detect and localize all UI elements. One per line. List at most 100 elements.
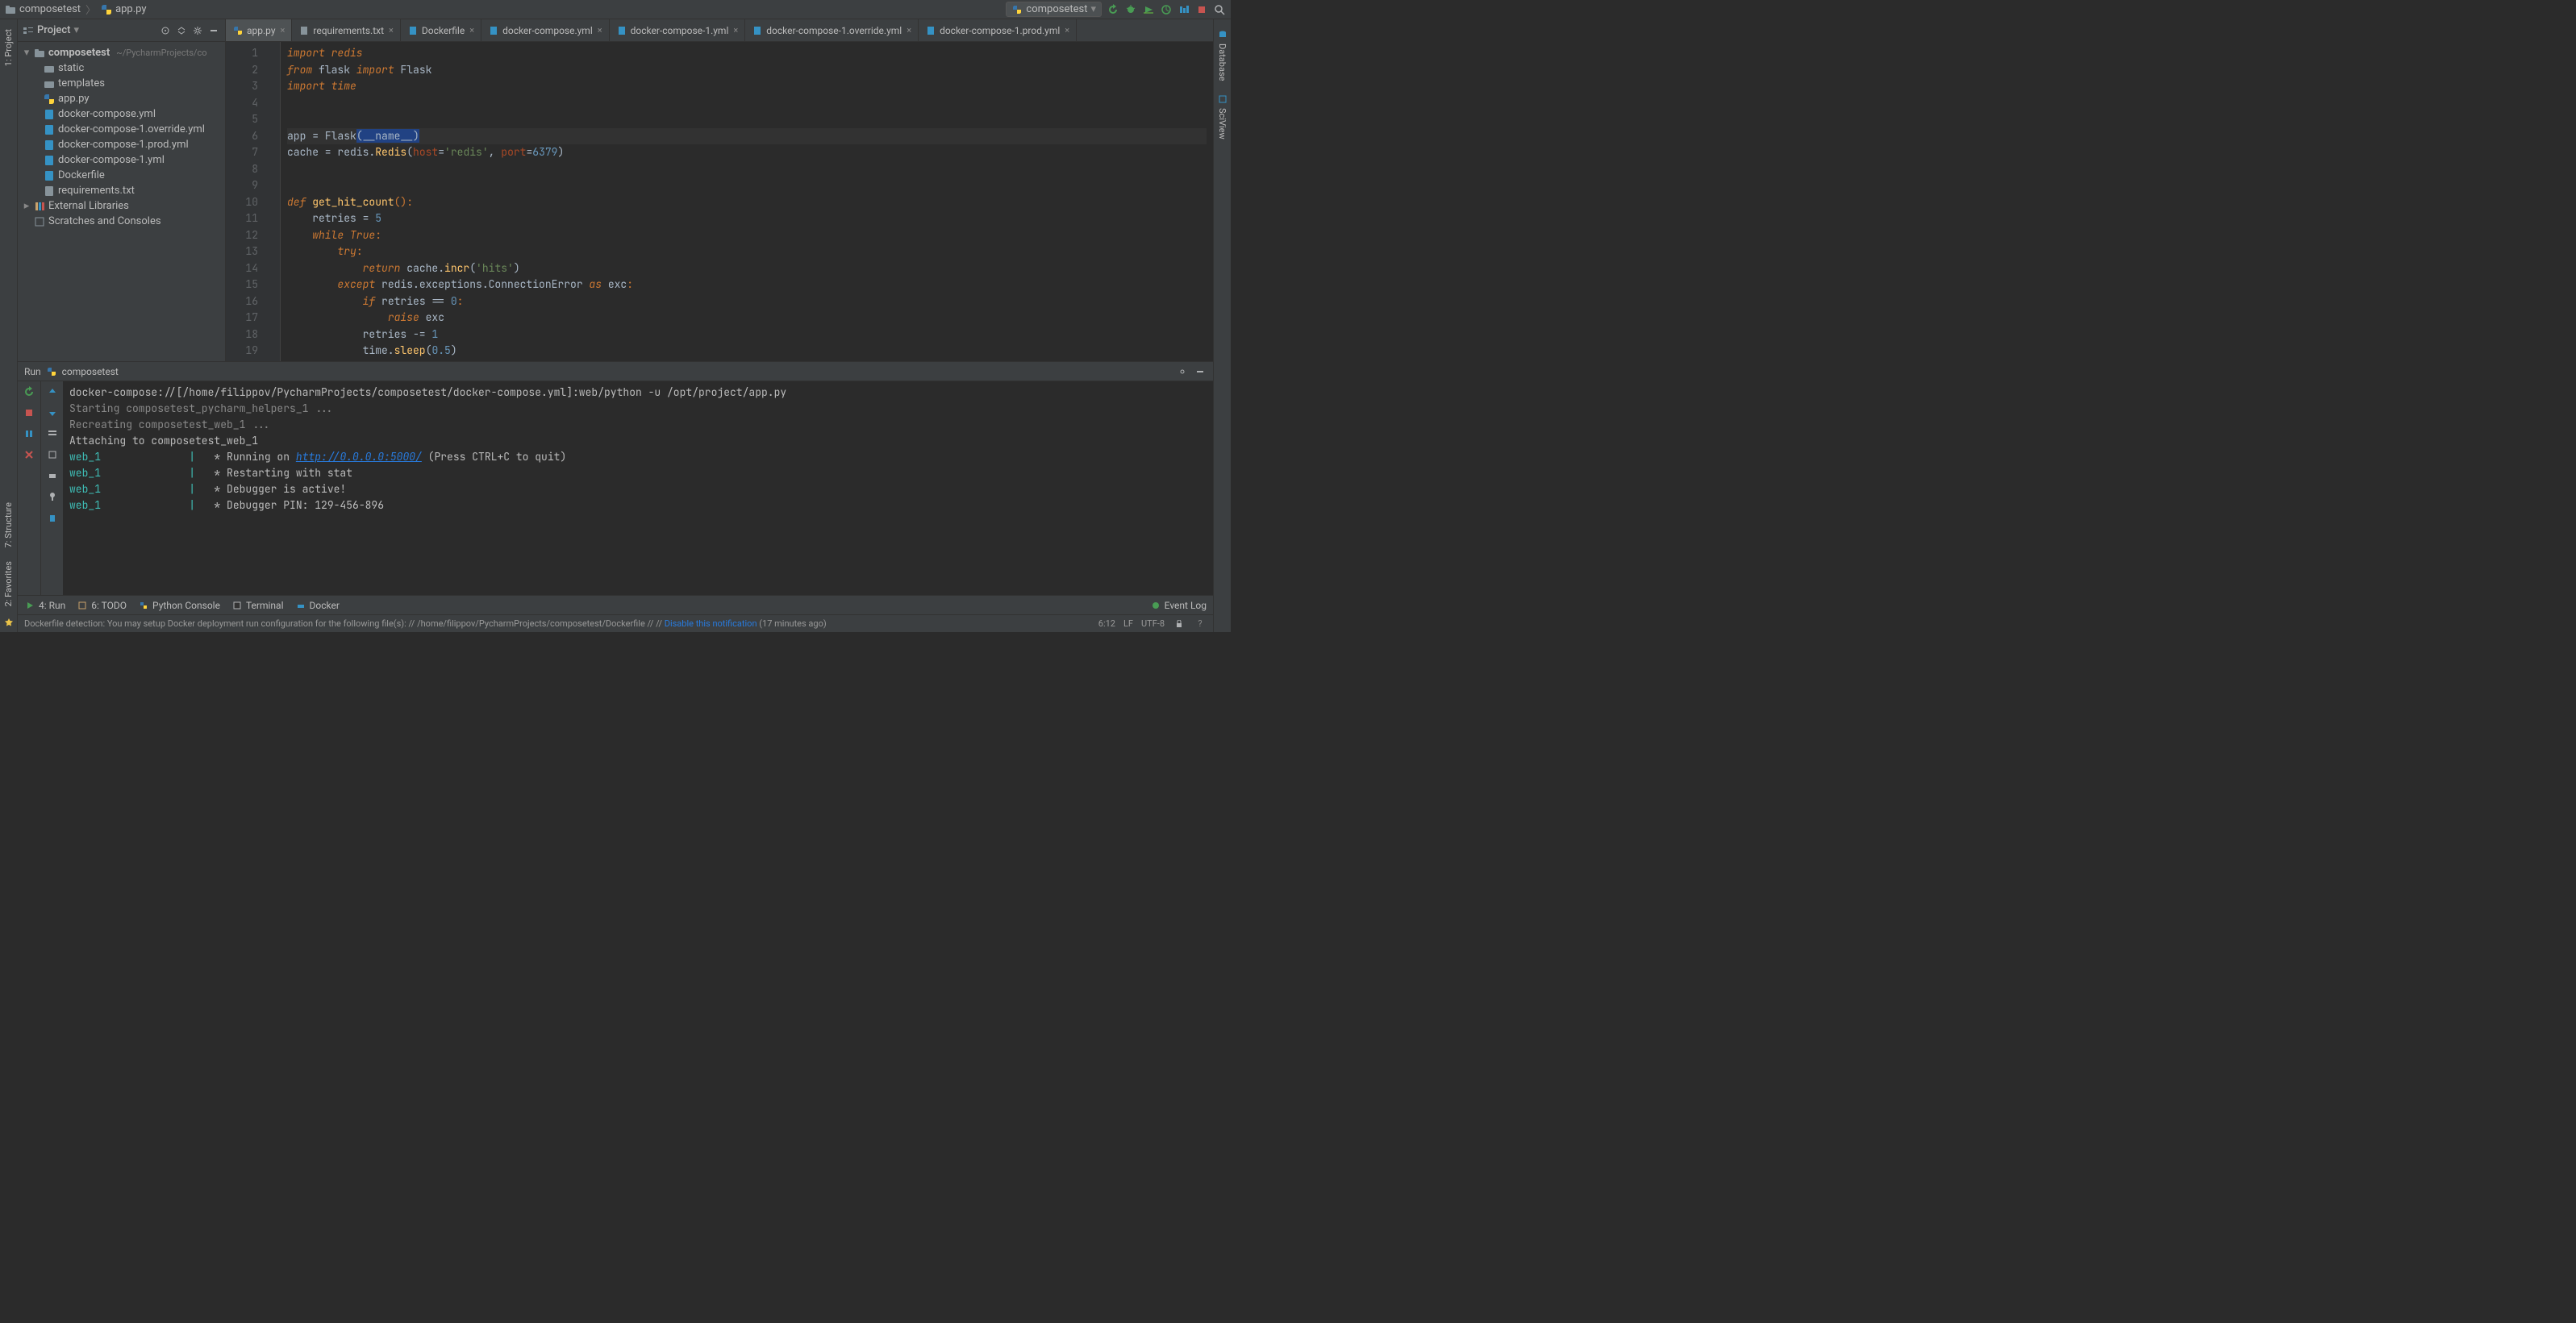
exit-icon[interactable]: [22, 447, 36, 462]
rail-tab-structure[interactable]: 7: Structure: [3, 502, 14, 547]
status-encoding[interactable]: UTF-8: [1141, 618, 1165, 629]
soft-wrap-icon[interactable]: [45, 426, 60, 441]
yaml-file-icon: [44, 124, 55, 135]
close-icon[interactable]: ×: [389, 25, 394, 35]
code-token: get_hit_count: [312, 195, 394, 209]
tab-compose-prod[interactable]: docker-compose-1.prod.yml×: [919, 19, 1077, 41]
tab-requirements[interactable]: requirements.txt×: [292, 19, 400, 41]
right-tool-rail: Database SciView: [1213, 19, 1231, 632]
locate-icon[interactable]: [159, 24, 172, 37]
bottom-tab-docker[interactable]: Docker: [295, 600, 340, 611]
navigation-bar: composetest 〉 app.py composetest ▾: [0, 0, 1231, 19]
hide-icon[interactable]: [207, 24, 220, 37]
stop-icon[interactable]: [22, 406, 36, 420]
tree-item-label: templates: [58, 77, 105, 89]
editor-body[interactable]: 1234567891011121314151617181920 import r…: [226, 42, 1213, 361]
restart-icon[interactable]: [1107, 3, 1119, 16]
bottom-tab-todo[interactable]: 6: TODO: [77, 600, 127, 611]
tab-label: app.py: [247, 25, 276, 36]
breadcrumb-file-label: app.py: [115, 3, 146, 15]
debug-icon[interactable]: [1124, 3, 1137, 16]
tree-item-dir[interactable]: static: [18, 60, 225, 76]
code-token: if: [363, 294, 381, 308]
code-token: 6379: [532, 145, 557, 159]
output-prefix: web_1: [69, 450, 101, 464]
hide-icon[interactable]: [1194, 365, 1207, 378]
tree-item-file[interactable]: app.py: [18, 91, 225, 106]
code-token: sleep: [394, 343, 426, 357]
output-url-link[interactable]: http://0.0.0.0:5000/: [296, 450, 422, 464]
tab-compose-1[interactable]: docker-compose-1.yml×: [610, 19, 746, 41]
tree-ext-libraries[interactable]: ▸External Libraries: [18, 198, 225, 214]
rail-tab-project[interactable]: 1: Project: [3, 29, 14, 66]
bottom-tab-python-console[interactable]: Python Console: [138, 600, 220, 611]
tree-item-file[interactable]: docker-compose-1.prod.yml: [18, 137, 225, 152]
help-icon[interactable]: ?: [1194, 618, 1207, 630]
print-icon[interactable]: [45, 468, 60, 483]
scroll-end-icon[interactable]: [45, 447, 60, 462]
yaml-file-icon: [44, 109, 55, 120]
close-icon[interactable]: ×: [469, 25, 474, 35]
pause-icon[interactable]: [22, 426, 36, 441]
run-coverage-icon[interactable]: [1142, 3, 1155, 16]
code-token: 0.5: [431, 343, 450, 357]
concurrency-icon[interactable]: [1178, 3, 1190, 16]
tree-item-dir[interactable]: templates: [18, 76, 225, 91]
tree-item-file[interactable]: docker-compose-1.yml: [18, 152, 225, 168]
collapse-icon[interactable]: [175, 24, 188, 37]
rail-tab-sciview[interactable]: SciView: [1217, 94, 1228, 139]
tab-compose[interactable]: docker-compose.yml×: [481, 19, 610, 41]
run-console-output[interactable]: docker-compose://[/home/filippov/Pycharm…: [63, 381, 1213, 595]
profile-icon[interactable]: [1160, 3, 1173, 16]
lock-icon[interactable]: [1173, 618, 1186, 630]
up-arrow-icon[interactable]: [45, 385, 60, 399]
close-icon[interactable]: ×: [1065, 25, 1069, 35]
gear-icon[interactable]: [191, 24, 204, 37]
code-content[interactable]: import redis from flask import Flask imp…: [281, 42, 1213, 361]
stop-icon[interactable]: [1195, 3, 1208, 16]
breadcrumb-file[interactable]: app.py: [101, 3, 146, 15]
bottom-tab-terminal[interactable]: Terminal: [231, 600, 284, 611]
trash-icon[interactable]: [45, 510, 60, 525]
editor-tabs: app.py × requirements.txt× Dockerfile× do…: [226, 19, 1213, 42]
breadcrumb-project[interactable]: composetest: [5, 3, 81, 15]
tab-app-py[interactable]: app.py ×: [226, 19, 292, 41]
bottom-tab-label: Terminal: [246, 600, 284, 611]
code-token: Redis: [375, 145, 406, 159]
expand-arrow-icon: ▾: [23, 47, 31, 59]
code-token: host: [413, 145, 438, 159]
tree-scratches[interactable]: Scratches and Consoles: [18, 214, 225, 229]
bottom-tab-event-log[interactable]: Event Log: [1150, 600, 1207, 611]
fold-gutter[interactable]: [266, 42, 281, 361]
status-line-separator[interactable]: LF: [1123, 618, 1133, 629]
folder-icon: [5, 4, 16, 15]
close-icon[interactable]: ×: [907, 25, 911, 35]
status-disable-link[interactable]: Disable this notification: [665, 618, 757, 629]
close-icon[interactable]: ×: [598, 25, 602, 35]
run-config-selector[interactable]: composetest ▾: [1006, 2, 1102, 17]
status-caret-position[interactable]: 6:12: [1098, 618, 1115, 629]
tree-item-file[interactable]: Dockerfile: [18, 168, 225, 183]
project-view-selector[interactable]: Project ▾: [23, 24, 79, 36]
folder-icon: [34, 48, 45, 59]
search-icon[interactable]: [1213, 3, 1226, 16]
down-arrow-icon[interactable]: [45, 406, 60, 420]
tab-compose-override[interactable]: docker-compose-1.override.yml×: [745, 19, 919, 41]
close-icon[interactable]: ×: [733, 25, 738, 35]
bottom-tab-run[interactable]: 4: Run: [24, 600, 65, 611]
tree-item-file[interactable]: requirements.txt: [18, 183, 225, 198]
tab-dockerfile[interactable]: Dockerfile×: [401, 19, 481, 41]
gear-icon[interactable]: [1176, 365, 1189, 378]
project-view-label: Project: [37, 24, 70, 36]
dropdown-arrow-icon: ▾: [73, 24, 79, 36]
yaml-file-icon: [752, 25, 763, 36]
project-tree[interactable]: ▾ composetest ~/PycharmProjects/co stati…: [18, 42, 225, 361]
tree-item-file[interactable]: docker-compose-1.override.yml: [18, 122, 225, 137]
rerun-icon[interactable]: [22, 385, 36, 399]
tree-item-file[interactable]: docker-compose.yml: [18, 106, 225, 122]
close-icon[interactable]: ×: [281, 25, 286, 35]
rail-tab-database[interactable]: Database: [1217, 29, 1228, 81]
pin-icon[interactable]: [45, 489, 60, 504]
rail-tab-favorites[interactable]: 2: Favorites: [3, 561, 14, 606]
tree-root[interactable]: ▾ composetest ~/PycharmProjects/co: [18, 45, 225, 60]
